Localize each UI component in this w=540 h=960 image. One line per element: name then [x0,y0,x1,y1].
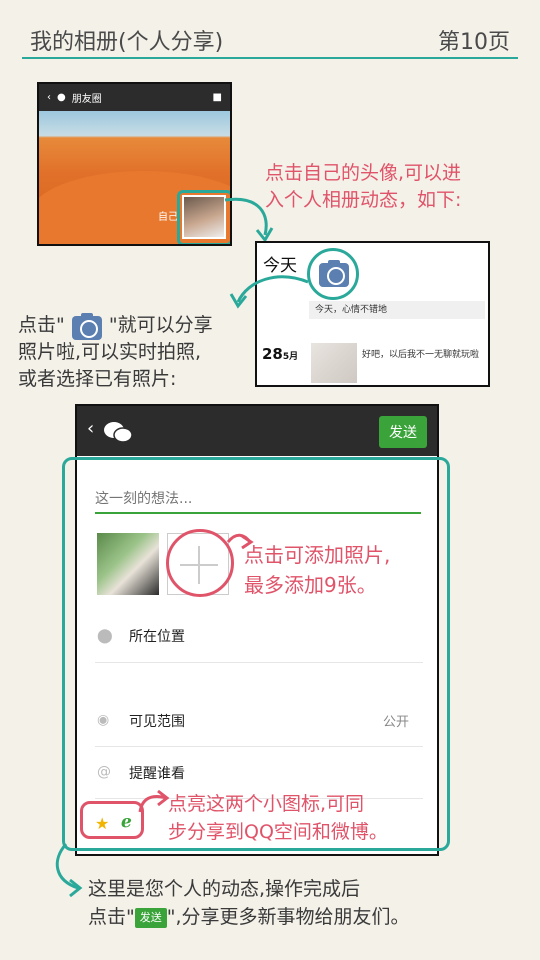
album-photo-thumbnail[interactable] [311,343,357,383]
arrow-to-note [229,275,309,309]
album-date: 285月 [262,345,298,363]
album-date-day: 28 [262,345,283,363]
camera-icon [319,260,349,287]
sync-icons-highlight-ring [80,801,144,839]
note-bottom-text-a: 点击" [88,906,135,928]
note-share-line2: 照片啦,可以实时拍照, [18,341,202,363]
camera-icon[interactable]: ■ [213,92,222,103]
note-bottom-line2: 点击" 发送 ",分享更多新事物给朋友们。 [88,904,410,931]
header-divider [22,57,518,59]
send-button[interactable]: 发送 [379,416,427,448]
note-share: 点击" "就可以分享 照片啦,可以实时拍照, 或者选择已有照片: [18,312,213,393]
album-post-text[interactable]: 好吧，以后我不一无聊就玩啦 [362,347,479,360]
note-enter-album-line1: 点击自己的头像,可以进 [265,162,462,184]
note-add-photo-line1: 点击可添加照片, [244,543,391,567]
page-title: 我的相册(个人分享) [30,30,224,55]
note-bottom-line1: 这里是您个人的动态,操作完成后 [88,878,361,900]
note-sync-line1: 点亮这两个小图标,可同 [168,793,365,815]
note-share-line3: 或者选择已有照片: [18,368,177,390]
note-add-photo-line2: 最多添加9张。 [244,573,377,597]
note-share-text-b: "就可以分享 [108,314,213,336]
camera-icon [71,312,103,340]
wechat-icon [104,422,133,443]
moments-title: 朋友圈 [71,94,102,105]
moments-screenshot: ‹ ● 朋友圈 ■ 自己 [37,82,232,246]
moments-title-bar: ‹ ● 朋友圈 ■ [39,84,230,111]
page-number: 第10页 [438,30,510,55]
add-photo-highlight-ring [166,529,234,597]
send-chip: 发送 [134,907,167,928]
album-date-month: 5月 [282,352,299,362]
arrow-to-bottom-note [55,843,83,898]
wechat-icon: ● [57,92,66,103]
note-enter-album-line2: 入个人相册动态，如下: [265,189,462,211]
back-chevron-icon[interactable]: ‹ [87,418,94,439]
album-post-text[interactable]: 今天，心情不错地 [309,301,485,319]
note-share-text-a: 点击" [18,314,65,336]
self-name-label: 自己 [158,212,178,223]
compose-title-bar: ‹ 发送 [77,406,437,456]
note-bottom-text-b: ",分享更多新事物给朋友们。 [166,906,410,928]
back-chevron-icon[interactable]: ‹ [47,92,51,103]
note-sync-line2: 步分享到QQ空间和微博。 [168,821,388,843]
